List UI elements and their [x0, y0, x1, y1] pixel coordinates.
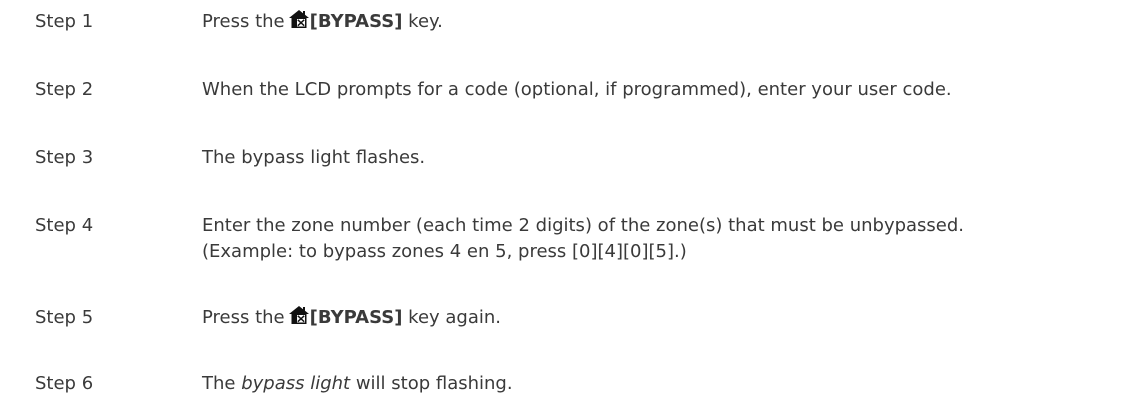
step-label: Step 5: [35, 307, 94, 328]
step-text-line-1: Enter the zone number (each time 2 digit…: [202, 215, 965, 236]
step-label: Step 4: [35, 215, 94, 236]
step-text: Press the [BYPASS] key.: [202, 9, 1122, 35]
step-text-before: Press the: [202, 307, 285, 328]
step-label: Step 1: [35, 11, 94, 32]
step-text: Press the [BYPASS] key again.: [202, 305, 1122, 331]
bypass-key-label: [BYPASS]: [309, 11, 403, 32]
step-text-after: will stop flashing.: [350, 373, 513, 394]
step-text-after: key again.: [402, 307, 502, 328]
bypass-house-icon: [288, 305, 310, 325]
step-label: Step 3: [35, 147, 94, 168]
step-text-line-2: (Example: to bypass zones 4 en 5, press …: [202, 241, 687, 262]
step-text: The bypass light flashes.: [202, 147, 426, 168]
bypass-house-icon: [288, 9, 310, 29]
step-text: Enter the zone number (each time 2 digit…: [202, 213, 1122, 265]
step-text: When the LCD prompts for a code (optiona…: [202, 79, 952, 100]
bypass-light-emphasis: bypass light: [241, 373, 351, 394]
instruction-steps: Step 1 Press the [BYPASS] key. Step 2 Whe…: [0, 0, 1129, 394]
step-text-before: The: [202, 373, 242, 394]
step-text-before: Press the: [202, 11, 285, 32]
step-label: Step 2: [35, 79, 94, 100]
step-text: The bypass light will stop flashing.: [202, 371, 1122, 397]
step-text-after: key.: [402, 11, 443, 32]
bypass-key-label: [BYPASS]: [309, 307, 403, 328]
step-label: Step 6: [35, 373, 94, 394]
